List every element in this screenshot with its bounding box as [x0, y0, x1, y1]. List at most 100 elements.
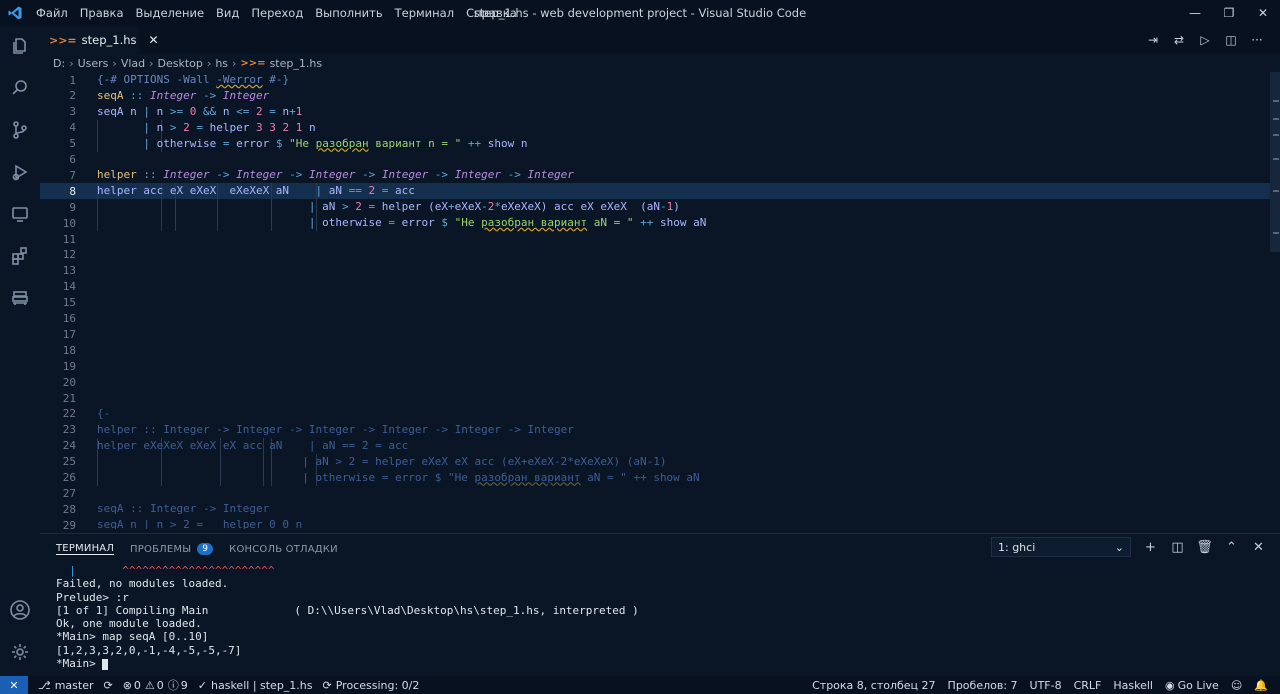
account-icon[interactable] — [0, 594, 40, 626]
code-line[interactable]: 6 — [40, 152, 1270, 168]
code-line[interactable]: 3 seqA n | n >= 0 && n <= 2 = n+1 — [40, 104, 1270, 120]
minimize-icon[interactable]: — — [1178, 0, 1212, 26]
code-line[interactable]: 18 — [40, 342, 1270, 358]
code-line[interactable]: 5 | otherwise = error $ "Не разобран вар… — [40, 135, 1270, 152]
line-ending[interactable]: CRLF — [1074, 679, 1102, 692]
code-token: :: — [136, 168, 164, 182]
code-line[interactable]: 26 | otherwise = error $ "Не разобран ва… — [40, 469, 1270, 486]
encoding[interactable]: UTF-8 — [1030, 679, 1062, 692]
menu-view[interactable]: Вид — [210, 0, 245, 26]
run-debug-icon[interactable] — [0, 156, 40, 188]
split-terminal-icon[interactable]: ◫ — [1164, 536, 1191, 558]
more-actions-icon[interactable]: ··· — [1244, 26, 1270, 54]
code-line[interactable]: 14 — [40, 279, 1270, 295]
code-line[interactable]: 21 — [40, 390, 1270, 406]
code-text: | otherwise = error $ "Не разобран вариа… — [97, 136, 527, 152]
menu-terminal[interactable]: Терминал — [389, 0, 460, 26]
code-line[interactable]: 23 helper :: Integer -> Integer -> Intege… — [40, 422, 1270, 438]
settings-gear-icon[interactable] — [0, 636, 40, 668]
code-token: seqA — [97, 88, 124, 102]
branch-indicator[interactable]: ⎇ master — [38, 679, 93, 692]
code-line[interactable]: 20 — [40, 374, 1270, 390]
code-line[interactable]: 19 — [40, 358, 1270, 374]
go-live-button[interactable]: ◉ Go Live — [1165, 679, 1219, 692]
menu-selection[interactable]: Выделение — [130, 0, 211, 26]
code-line[interactable]: 24 helper eXeXeX eXeX eX acc aN | aN == 2… — [40, 437, 1270, 454]
maximize-icon[interactable]: ❐ — [1212, 0, 1246, 26]
problems-indicator[interactable]: ⊗ 0 ⚠ 0 ⓘ 9 — [123, 677, 188, 693]
cursor-position[interactable]: Строка 8, столбец 27 — [812, 679, 935, 692]
code-line[interactable]: 10 | otherwise = error $ "Не разобран ва… — [40, 215, 1270, 232]
sync-icon[interactable]: ⟳ — [103, 679, 112, 692]
compare-changes-icon[interactable]: ⇄ — [1166, 26, 1192, 54]
open-preview-icon[interactable]: ⇥ — [1140, 26, 1166, 54]
processing-status[interactable]: ⟳ Processing: 0/2 — [323, 679, 420, 692]
code-line[interactable]: 16 — [40, 311, 1270, 327]
menu-edit[interactable]: Правка — [74, 0, 130, 26]
language-mode[interactable]: Haskell — [1113, 679, 1153, 692]
maximize-panel-icon[interactable]: ⌃ — [1218, 536, 1245, 558]
line-number: 12 — [62, 248, 76, 262]
code-line[interactable]: 12 — [40, 247, 1270, 263]
breadcrumb-users[interactable]: Users — [78, 57, 109, 70]
tab-debug-console[interactable]: КОНСОЛЬ ОТЛАДКИ — [229, 544, 338, 555]
code-line[interactable]: 13 — [40, 263, 1270, 279]
menu-run[interactable]: Выполнить — [309, 0, 388, 26]
kill-terminal-icon[interactable]: 🗑 — [1191, 536, 1218, 558]
close-panel-icon[interactable]: ✕ — [1245, 536, 1272, 558]
close-window-icon[interactable]: ✕ — [1246, 0, 1280, 26]
code-line[interactable]: 28 seqA :: Integer -> Integer — [40, 501, 1270, 517]
code-token: ++ — [633, 216, 660, 230]
feedback-icon[interactable]: ☺ — [1231, 679, 1242, 692]
code-token: aN — [328, 184, 349, 198]
remote-explorer-icon[interactable] — [0, 198, 40, 230]
code-line[interactable]: 7 helper :: Integer -> Integer -> Integer… — [40, 167, 1270, 183]
new-terminal-icon[interactable]: + — [1137, 536, 1164, 558]
menu-file[interactable]: Файл — [30, 0, 74, 26]
run-file-icon[interactable]: ▷ — [1192, 26, 1218, 54]
menu-go[interactable]: Переход — [245, 0, 309, 26]
tab-problems[interactable]: ПРОБЛЕМЫ 9 — [130, 543, 214, 555]
extensions-icon[interactable] — [0, 240, 40, 272]
terminal-output[interactable]: | ^^^^^^^^^^^^^^^^^^^^^^^ Failed, no mod… — [56, 564, 639, 670]
docker-icon[interactable] — [0, 282, 40, 314]
code-token: n — [222, 104, 237, 118]
code-line[interactable]: 22 {- — [40, 406, 1270, 422]
code-line[interactable]: 11 — [40, 231, 1270, 247]
search-icon[interactable] — [0, 72, 40, 104]
code-line[interactable]: 25 | aN > 2 = helper eXeX eX acc (eX+eXe… — [40, 453, 1270, 470]
terminal-select[interactable]: 1: ghci ⌄ — [991, 537, 1131, 557]
code-token: = — [361, 200, 382, 214]
indentation[interactable]: Пробелов: 7 — [948, 679, 1018, 692]
notifications-bell-icon[interactable]: 🔔 — [1254, 679, 1268, 692]
menu-help[interactable]: Справка — [460, 0, 523, 26]
code-line[interactable]: 9 | aN > 2 = helper (eX+eXeX-2*eXeXeX) a… — [40, 199, 1270, 216]
split-editor-icon[interactable]: ◫ — [1218, 26, 1244, 54]
tab-label: step_1.hs — [81, 33, 137, 47]
code-line[interactable]: 2 seqA :: Integer -> Integer — [40, 88, 1270, 104]
breadcrumb-drive[interactable]: D: — [53, 57, 65, 70]
code-line[interactable]: 4 | n > 2 = helper 3 3 2 1 n — [40, 119, 1270, 136]
terminal-cursor — [102, 658, 109, 670]
breadcrumb-vlad[interactable]: Vlad — [121, 57, 145, 70]
breadcrumb-desktop[interactable]: Desktop — [158, 57, 203, 70]
code-line[interactable]: 27 — [40, 485, 1270, 501]
code-line[interactable]: 8 helper acc eX eXeX eXeXeX aN | aN == 2 … — [40, 183, 1270, 200]
close-tab-icon[interactable]: ✕ — [149, 33, 159, 47]
tab-step-1-hs[interactable]: >>= step_1.hs ✕ — [40, 26, 159, 54]
code-token: {- — [97, 406, 111, 420]
code-editor[interactable]: 1 {-# OPTIONS -Wall -Werror #-} 2 seqA :: I… — [40, 72, 1280, 529]
breadcrumb-file[interactable]: step_1.hs — [270, 57, 323, 70]
breadcrumb-hs[interactable]: hs — [215, 57, 228, 70]
code-line[interactable]: 17 — [40, 326, 1270, 342]
code-line[interactable]: 29 seqA n | n > 2 = helper 0 0 n — [40, 517, 1270, 529]
editor-scrollbar[interactable] — [1270, 72, 1280, 252]
haskell-status[interactable]: ✓ haskell | step_1.hs — [198, 679, 313, 692]
explorer-icon[interactable] — [0, 30, 40, 62]
tab-terminal[interactable]: ТЕРМИНАЛ — [56, 543, 115, 555]
source-control-icon[interactable] — [0, 114, 40, 146]
remote-indicator-icon[interactable]: ✕ — [0, 676, 28, 694]
line-number: 19 — [62, 359, 76, 373]
code-line[interactable]: 15 — [40, 295, 1270, 311]
code-line[interactable]: 1 {-# OPTIONS -Wall -Werror #-} — [40, 72, 1270, 88]
